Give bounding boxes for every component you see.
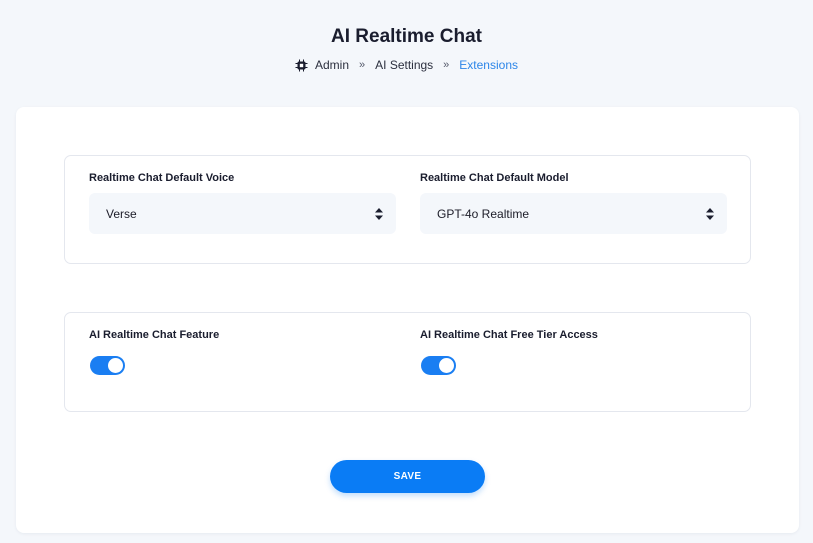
breadcrumb: Admin » AI Settings » Extensions — [0, 58, 813, 72]
breadcrumb-extensions: Extensions — [459, 58, 518, 72]
feature-toggles-panel: AI Realtime Chat Feature AI Realtime Cha… — [64, 312, 751, 412]
feature-toggle-switch[interactable] — [90, 356, 125, 375]
breadcrumb-separator: » — [443, 59, 450, 71]
select-arrows-icon — [375, 208, 383, 220]
breadcrumb-admin[interactable]: Admin — [315, 58, 349, 72]
toggle-knob — [439, 358, 454, 373]
save-button[interactable]: SAVE — [330, 460, 485, 493]
free-tier-toggle-label: AI Realtime Chat Free Tier Access — [420, 329, 598, 341]
free-tier-toggle-switch[interactable] — [421, 356, 456, 375]
breadcrumb-separator: » — [359, 59, 366, 71]
voice-select[interactable]: Verse — [89, 193, 396, 234]
feature-toggle-label: AI Realtime Chat Feature — [89, 329, 220, 341]
breadcrumb-ai-settings[interactable]: AI Settings — [375, 58, 433, 72]
model-select[interactable]: GPT-4o Realtime — [420, 193, 727, 234]
model-select-value: GPT-4o Realtime — [437, 206, 530, 221]
default-selects-panel: Realtime Chat Default Voice Verse Realti… — [64, 155, 751, 264]
page-title: AI Realtime Chat — [331, 26, 482, 47]
voice-select-value: Verse — [106, 206, 137, 221]
model-label: Realtime Chat Default Model — [420, 172, 569, 184]
select-arrows-icon — [706, 208, 714, 220]
voice-label: Realtime Chat Default Voice — [89, 172, 235, 184]
ai-chip-icon — [295, 59, 308, 72]
toggle-knob — [108, 358, 123, 373]
settings-card: Realtime Chat Default Voice Verse Realti… — [16, 107, 799, 533]
